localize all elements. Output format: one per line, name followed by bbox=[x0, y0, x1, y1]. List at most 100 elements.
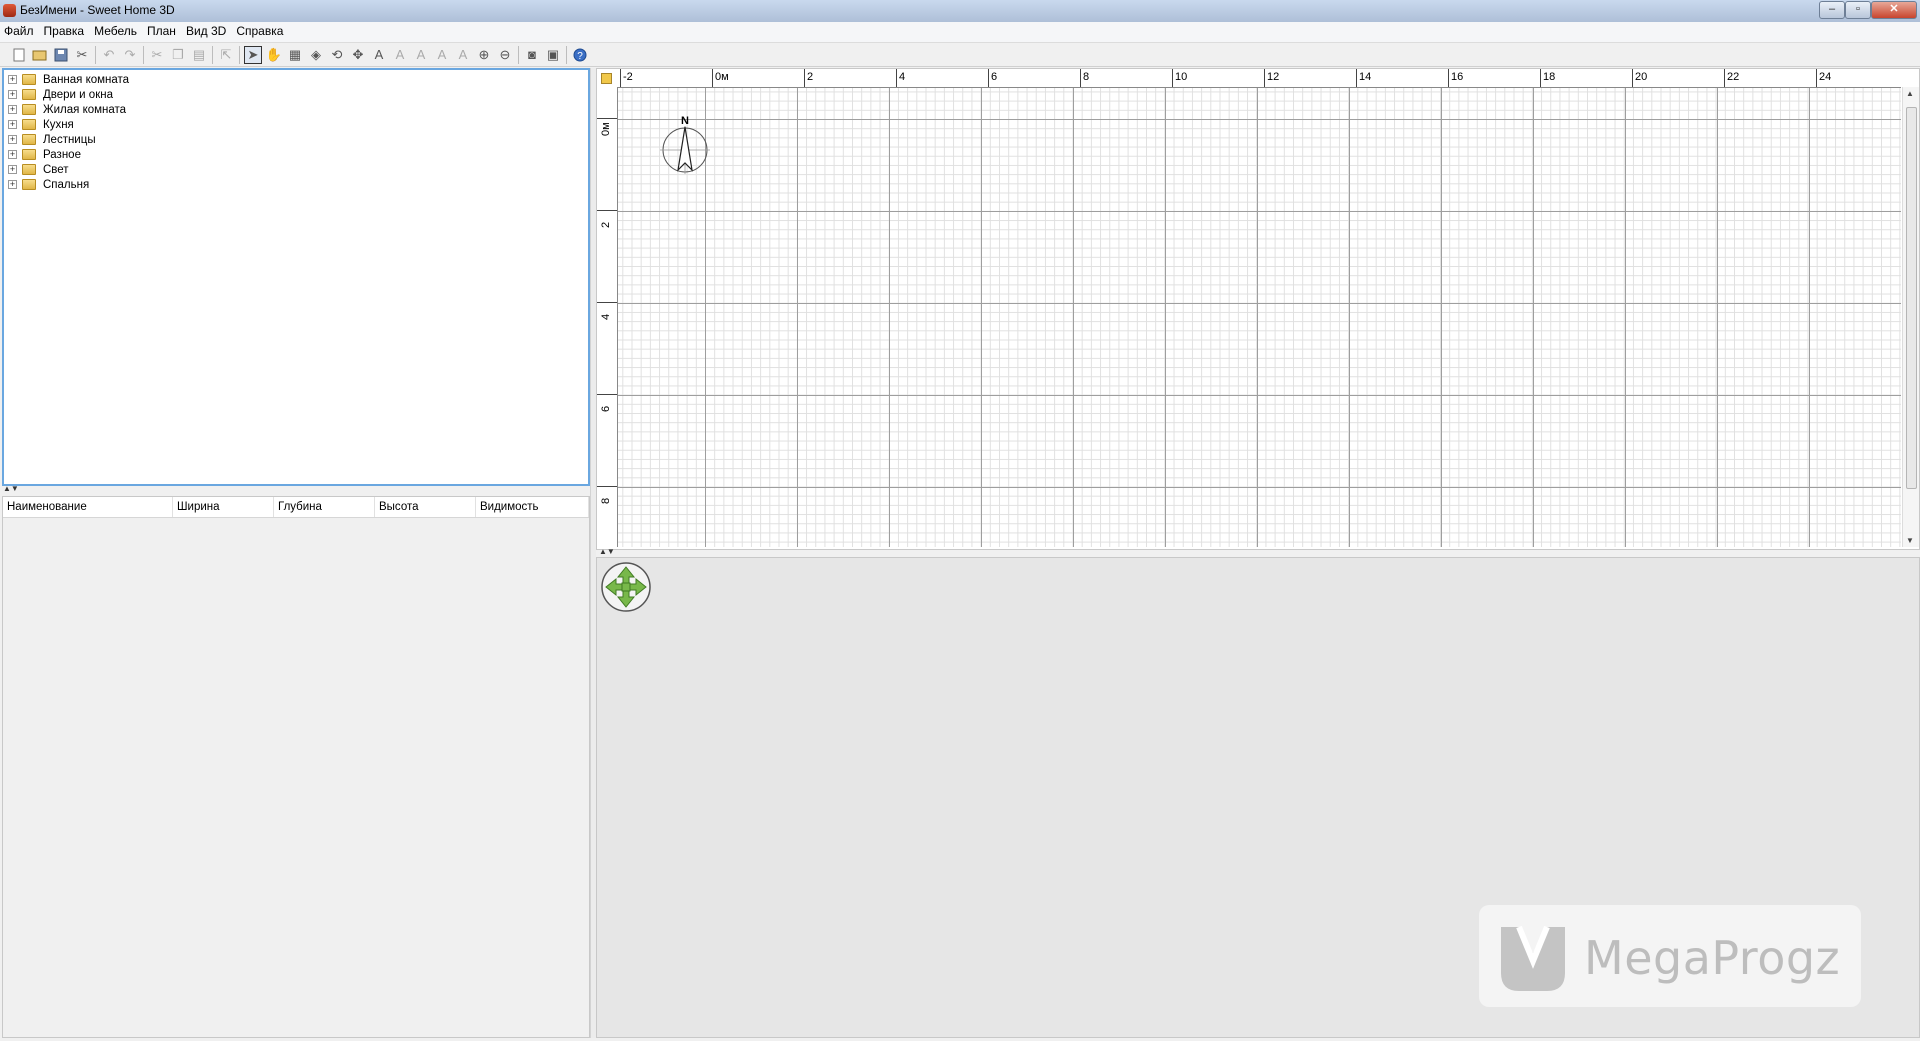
ruler-label: 0м bbox=[600, 122, 612, 136]
ruler-tick bbox=[1632, 69, 1633, 87]
pan-icon[interactable]: ✋ bbox=[265, 46, 283, 64]
cut-icon[interactable]: ✂ bbox=[148, 46, 166, 64]
column-header-width[interactable]: Ширина bbox=[173, 497, 274, 517]
catalog-category[interactable]: + Кухня bbox=[8, 117, 74, 132]
catalog-category[interactable]: + Жилая комната bbox=[8, 102, 126, 117]
category-label: Кухня bbox=[43, 118, 74, 131]
expand-icon[interactable]: + bbox=[8, 165, 17, 174]
expand-icon[interactable]: + bbox=[8, 90, 17, 99]
watermark: MegaProgz bbox=[1479, 905, 1861, 1007]
cut-icon[interactable]: ✂ bbox=[73, 46, 91, 64]
menu-help[interactable]: Справка bbox=[231, 22, 288, 41]
catalog-category[interactable]: + Двери и окна bbox=[8, 87, 113, 102]
ruler-label: 8 bbox=[600, 497, 612, 504]
toolbar-separator bbox=[95, 45, 96, 64]
expand-icon[interactable]: + bbox=[8, 75, 17, 84]
close-button[interactable]: ✕ bbox=[1871, 1, 1917, 19]
expand-icon[interactable]: + bbox=[8, 135, 17, 144]
italic-icon[interactable]: A bbox=[454, 46, 472, 64]
photo-icon[interactable]: ◙ bbox=[523, 46, 541, 64]
maximize-button[interactable]: ▫ bbox=[1845, 1, 1871, 19]
redo-icon[interactable]: ↷ bbox=[121, 46, 139, 64]
ruler-label: 4 bbox=[600, 313, 612, 320]
undo-icon[interactable]: ↶ bbox=[100, 46, 118, 64]
create-walls-icon[interactable]: ▦ bbox=[286, 46, 304, 64]
furniture-catalog-tree[interactable]: + Ванная комната + Двери и окна + Жилая ком… bbox=[2, 68, 590, 486]
split-arrows-icon[interactable]: ▲▼ bbox=[599, 547, 615, 556]
ruler-tick bbox=[597, 486, 617, 487]
compass-label: N bbox=[681, 115, 689, 127]
ruler-tick bbox=[597, 394, 617, 395]
minimize-button[interactable]: – bbox=[1819, 1, 1845, 19]
menu-furniture[interactable]: Мебель bbox=[89, 22, 142, 41]
compass-icon[interactable]: N bbox=[660, 114, 710, 176]
expand-icon[interactable]: + bbox=[8, 105, 17, 114]
right-splitter[interactable]: ▲▼ bbox=[596, 547, 1920, 557]
save-icon[interactable] bbox=[52, 46, 70, 64]
column-header-name[interactable]: Наименование bbox=[3, 497, 173, 517]
category-label: Лестницы bbox=[43, 133, 96, 146]
column-header-depth[interactable]: Глубина bbox=[274, 497, 375, 517]
lock-icon[interactable] bbox=[601, 73, 612, 84]
add-furniture-icon[interactable]: ⇱ bbox=[217, 46, 235, 64]
ruler-tick bbox=[1816, 69, 1817, 87]
app-icon bbox=[3, 4, 16, 17]
zoom-out-icon[interactable]: ⊖ bbox=[496, 46, 514, 64]
menu-edit[interactable]: Правка bbox=[39, 22, 90, 41]
copy-icon[interactable]: ❐ bbox=[169, 46, 187, 64]
add-text-icon[interactable]: A bbox=[370, 46, 388, 64]
scroll-up-icon[interactable]: ▲ bbox=[1906, 89, 1914, 98]
plan-vertical-scrollbar[interactable]: ▲ ▼ bbox=[1902, 87, 1919, 547]
catalog-category[interactable]: + Разное bbox=[8, 147, 81, 162]
folder-icon bbox=[22, 104, 36, 115]
new-icon[interactable] bbox=[10, 46, 28, 64]
catalog-category[interactable]: + Свет bbox=[8, 162, 69, 177]
plan-grid[interactable]: N bbox=[618, 88, 1901, 547]
folder-icon bbox=[22, 134, 36, 145]
category-label: Жилая комната bbox=[43, 103, 127, 116]
create-dimensions-icon[interactable]: ✥ bbox=[349, 46, 367, 64]
title-bar: БезИмени - Sweet Home 3D – ▫ ✕ bbox=[0, 0, 1920, 23]
catalog-category[interactable]: + Ванная комната bbox=[8, 72, 129, 87]
catalog-category[interactable]: + Спальня bbox=[8, 177, 89, 192]
create-polylines-icon[interactable]: ⟲ bbox=[328, 46, 346, 64]
ruler-label: 20 bbox=[1635, 71, 1648, 83]
watermark-text: MegaProgz bbox=[1584, 931, 1841, 985]
bold-icon[interactable]: A bbox=[433, 46, 451, 64]
paste-icon[interactable]: ▤ bbox=[190, 46, 208, 64]
expand-icon[interactable]: + bbox=[8, 150, 17, 159]
catalog-category[interactable]: + Лестницы bbox=[8, 132, 96, 147]
navigation-arrows-icon[interactable] bbox=[600, 561, 652, 613]
column-header-visibility[interactable]: Видимость bbox=[476, 497, 589, 517]
increase-text-icon[interactable]: A bbox=[391, 46, 409, 64]
scroll-down-icon[interactable]: ▼ bbox=[1906, 536, 1914, 545]
expand-icon[interactable]: + bbox=[8, 180, 17, 189]
window-title: БезИмени - Sweet Home 3D bbox=[20, 3, 175, 17]
toolbar-separator bbox=[518, 45, 519, 64]
help-icon[interactable]: ? bbox=[571, 46, 589, 64]
menu-plan[interactable]: План bbox=[142, 22, 181, 41]
furniture-table[interactable]: Наименование Ширина Глубина Высота Видим… bbox=[2, 496, 590, 1038]
category-label: Ванная комната bbox=[43, 73, 130, 86]
column-header-height[interactable]: Высота bbox=[375, 497, 476, 517]
menu-file[interactable]: Файл bbox=[0, 22, 39, 41]
expand-icon[interactable]: + bbox=[8, 120, 17, 129]
open-icon[interactable] bbox=[31, 46, 49, 64]
create-rooms-icon[interactable]: ◈ bbox=[307, 46, 325, 64]
ruler-label: 8 bbox=[1083, 71, 1090, 83]
split-arrows-icon[interactable]: ▲▼ bbox=[3, 484, 19, 493]
decrease-text-icon[interactable]: A bbox=[412, 46, 430, 64]
folder-icon bbox=[22, 89, 36, 100]
plan-view[interactable]: -2 0м 2 4 6 8 10 12 14 16 18 20 22 24 0м 2 4 6 8 N ▲ ▼ bbox=[596, 68, 1920, 550]
menu-3d-view[interactable]: Вид 3D bbox=[181, 22, 231, 41]
scroll-thumb[interactable] bbox=[1906, 107, 1917, 489]
left-splitter[interactable]: ▲▼ bbox=[0, 484, 590, 495]
ruler-tick bbox=[988, 69, 989, 87]
3d-view[interactable]: MegaProgz bbox=[596, 557, 1920, 1038]
select-icon[interactable]: ➤ bbox=[244, 45, 262, 64]
ruler-label: -2 bbox=[623, 71, 633, 83]
ruler-tick bbox=[1448, 69, 1449, 87]
zoom-in-icon[interactable]: ⊕ bbox=[475, 46, 493, 64]
video-icon[interactable]: ▣ bbox=[544, 46, 562, 64]
ruler-label: 6 bbox=[991, 71, 998, 83]
